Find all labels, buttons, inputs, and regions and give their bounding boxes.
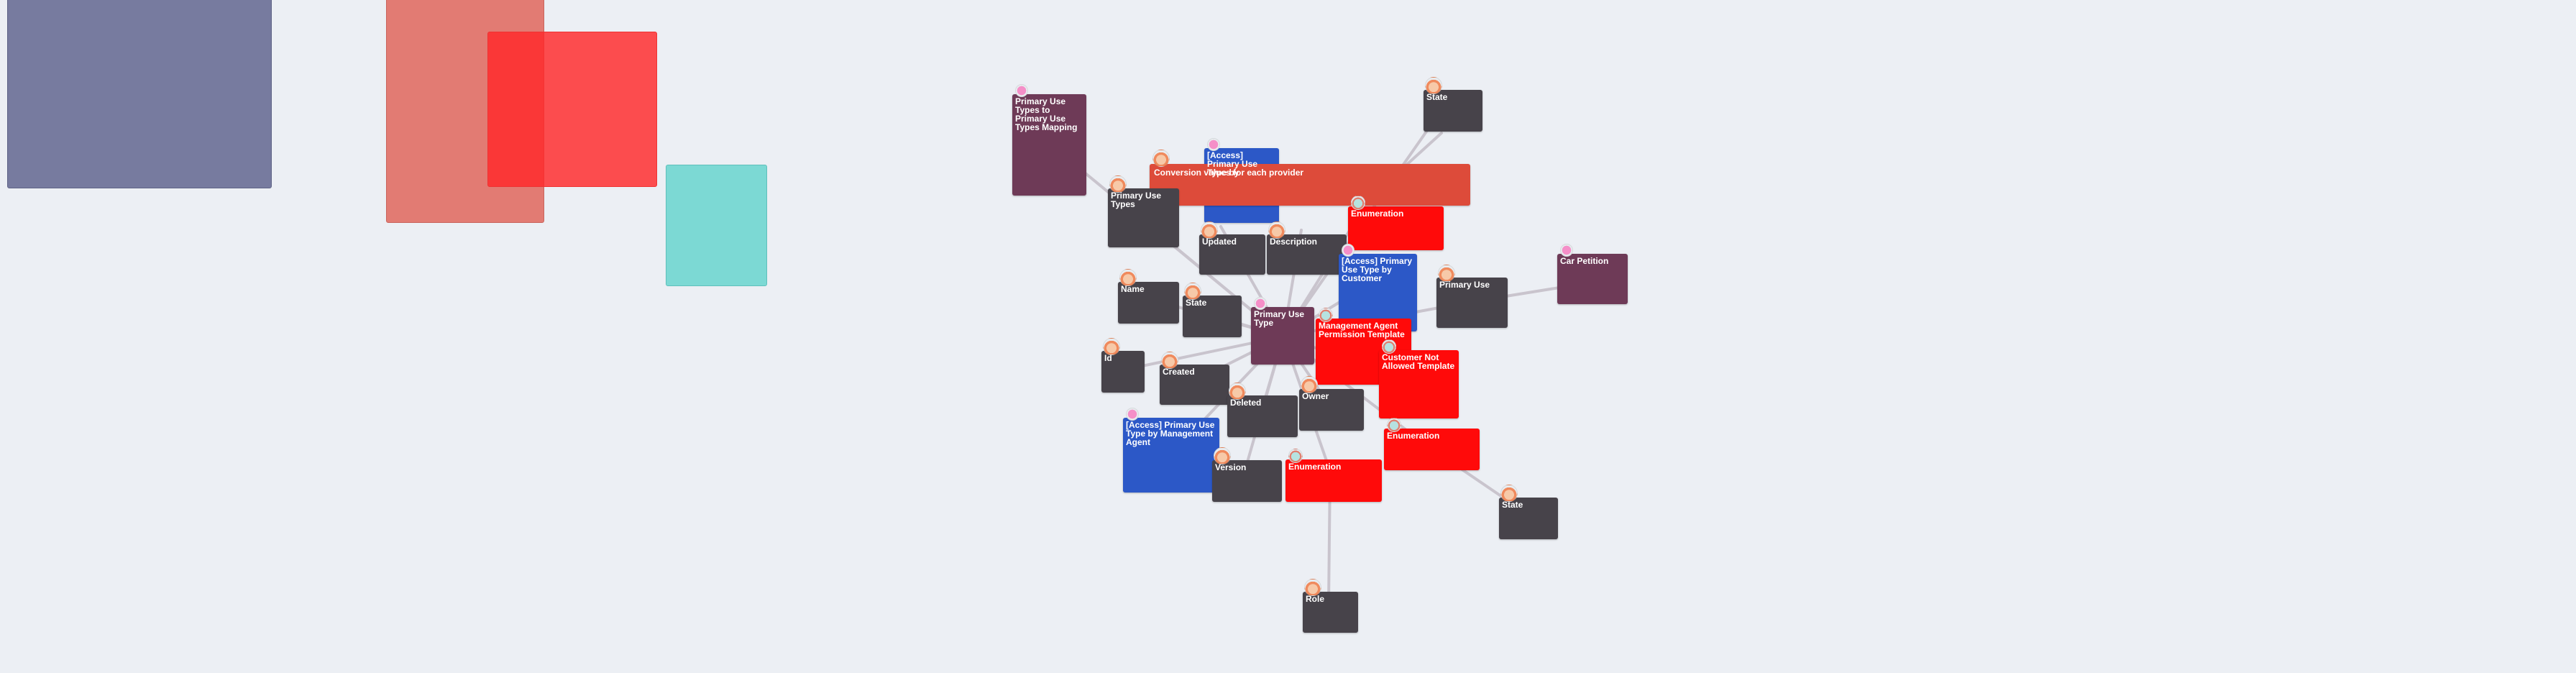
user-avatar-icon	[1109, 175, 1127, 193]
node-label: Description	[1270, 237, 1318, 247]
node-car-petition[interactable]: Car Petition	[1557, 244, 1628, 304]
node-primary-use[interactable]: Primary Use	[1436, 265, 1508, 328]
node-conversion[interactable]: Conversion values for each provider	[1150, 150, 1470, 206]
node-deleted[interactable]: Deleted	[1227, 383, 1298, 437]
user-avatar-icon	[1152, 150, 1170, 167]
node-role[interactable]: Role	[1303, 579, 1358, 633]
node-label: [Access] Primary Use Type by Customer	[1342, 256, 1413, 283]
user-avatar-icon	[1214, 447, 1231, 464]
node-label: Primary Use Types	[1111, 191, 1162, 209]
node-enumeration-bottom[interactable]: Enumeration	[1285, 449, 1382, 502]
node-primary-use-types-mapping[interactable]: Primary Use Types to Primary Use Types M…	[1012, 84, 1086, 196]
pink-dot-icon	[1342, 244, 1355, 257]
node-label: Enumeration	[1387, 431, 1440, 441]
teal-avatar-icon	[1288, 449, 1303, 463]
node-label: Version	[1215, 462, 1247, 472]
pink-dot-icon	[1015, 84, 1028, 97]
user-avatar-icon	[1103, 338, 1120, 355]
node-description[interactable]: Description	[1267, 221, 1347, 275]
node-label: Customer Not Allowed Template	[1382, 352, 1455, 371]
node-label: Primary Use Types to Primary Use Types M…	[1015, 96, 1078, 132]
user-avatar-icon	[1425, 77, 1442, 94]
node-label: [Access] Primary Use Type by Management …	[1126, 420, 1215, 447]
node-updated[interactable]: Updated	[1199, 221, 1265, 275]
teal-avatar-icon	[1351, 196, 1365, 210]
node-label: Updated	[1202, 237, 1237, 247]
node-state-top[interactable]: State	[1424, 77, 1482, 132]
node-name[interactable]: Name	[1118, 269, 1179, 324]
node-primary-use-type[interactable]: Primary Use Type	[1251, 297, 1314, 365]
node-created[interactable]: Created	[1160, 352, 1229, 405]
user-avatar-icon	[1161, 352, 1178, 369]
node-version[interactable]: Version	[1212, 447, 1282, 502]
node-enumeration-top[interactable]: Enumeration	[1348, 196, 1444, 250]
node-access-management[interactable]: [Access] Primary Use Type by Management …	[1123, 408, 1219, 493]
node-label: Management Agent Permission Template	[1319, 321, 1405, 339]
node-state-mid[interactable]: State	[1183, 283, 1242, 337]
pink-dot-icon	[1207, 138, 1220, 151]
node-label: Deleted	[1230, 398, 1262, 408]
node-owner[interactable]: Owner	[1299, 376, 1364, 431]
user-avatar-icon	[1438, 265, 1455, 282]
user-avatar-icon	[1301, 376, 1318, 393]
diagram-canvas: Primary Use Types to Primary Use Types M…	[0, 0, 2576, 673]
node-state-right[interactable]: State	[1499, 485, 1558, 539]
user-avatar-icon	[1119, 269, 1137, 286]
teal-avatar-icon	[1382, 339, 1396, 354]
user-avatar-icon	[1268, 221, 1285, 239]
pink-dot-icon	[1254, 297, 1267, 310]
pink-dot-icon	[1560, 244, 1573, 257]
node-label: Conversion values for each provider	[1154, 168, 1304, 178]
user-avatar-icon	[1304, 579, 1321, 596]
node-id[interactable]: Id	[1101, 338, 1145, 393]
node-label: Primary Use	[1439, 280, 1490, 290]
user-avatar-icon	[1500, 485, 1518, 502]
node-label: Owner	[1302, 391, 1329, 401]
user-avatar-icon	[1201, 221, 1218, 239]
teal-avatar-icon	[1387, 418, 1401, 432]
node-customer-not-allowed[interactable]: Customer Not Allowed Template	[1379, 339, 1459, 418]
node-label: Car Petition	[1560, 256, 1609, 266]
node-primary-use-types[interactable]: Primary Use Types	[1108, 175, 1179, 247]
node-label: Created	[1163, 367, 1195, 377]
node-label: Enumeration	[1351, 209, 1404, 219]
teal-avatar-icon	[1319, 308, 1333, 322]
user-avatar-icon	[1184, 283, 1201, 300]
node-label: Primary Use Type	[1254, 309, 1305, 328]
user-avatar-icon	[1229, 383, 1246, 400]
node-label: Enumeration	[1288, 462, 1342, 472]
pink-dot-icon	[1126, 408, 1139, 421]
node-enumeration-right[interactable]: Enumeration	[1384, 418, 1480, 470]
